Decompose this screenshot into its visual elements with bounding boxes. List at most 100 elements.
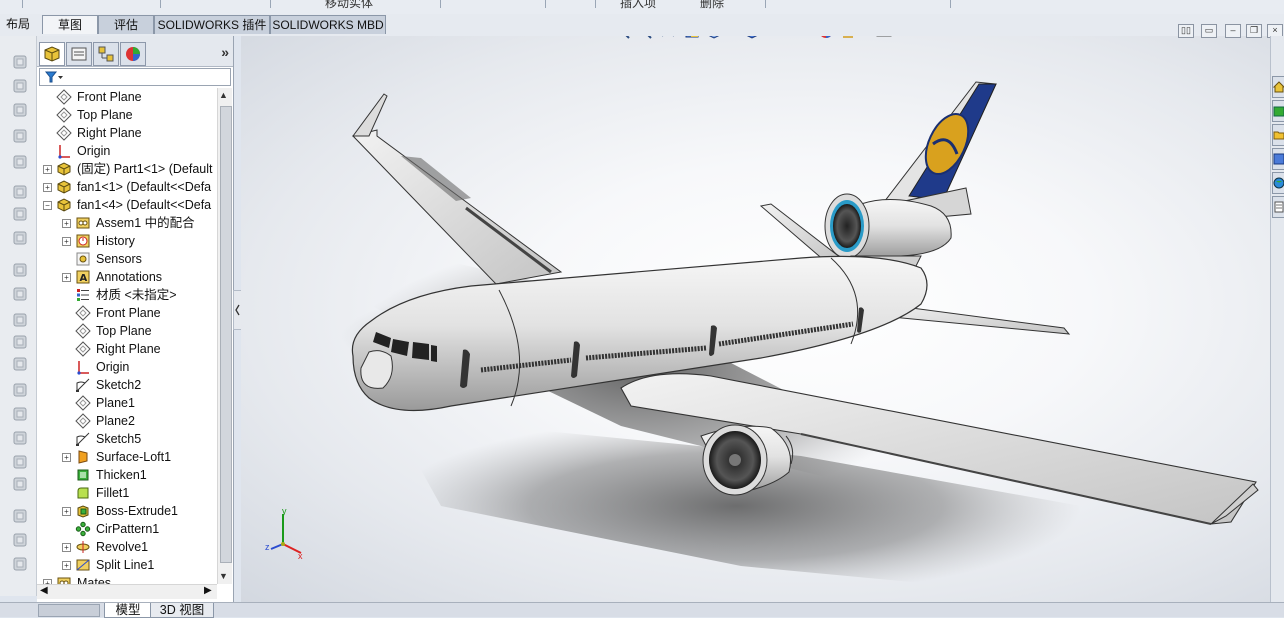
appearances-tab[interactable] [1272,172,1284,194]
command-manager-tabs: 布局 草图 评估 SOLIDWORKS 插件 SOLIDWORKS MBD [0,14,1284,36]
tree-item[interactable]: 材质 <未指定> [43,286,217,304]
sketch-tool-icon[interactable] [11,78,29,94]
smart-mate-icon[interactable] [11,128,29,144]
view-palette-icon [1273,153,1284,165]
view-icon[interactable] [11,262,29,278]
tab-layout[interactable]: 布局 [0,15,36,33]
rotate-icon[interactable] [11,230,29,246]
display-manager-tab[interactable] [120,42,146,66]
expand-icon[interactable]: + [62,219,71,228]
scene-icon[interactable] [11,356,29,372]
expand-icon[interactable]: + [62,561,71,570]
lighting-icon[interactable] [11,382,29,398]
airplane-model[interactable] [241,36,1270,602]
tree-item[interactable]: Thicken1 [43,466,217,484]
tree-item[interactable]: + Assem1 中的配合 [43,214,217,232]
tile-windows-alt-button[interactable]: ▭ [1201,24,1217,38]
tree-item-label: Revolve1 [96,540,149,554]
zoom-icon[interactable] [11,206,29,222]
tree-item[interactable]: + Boss-Extrude1 [43,502,217,520]
tree-item[interactable]: Origin [43,142,217,160]
tree-item[interactable]: + (固定) Part1<1> (Default [43,160,217,178]
expand-icon[interactable]: + [62,453,71,462]
tree-filter-input[interactable] [39,68,231,86]
triad-x-label: x [298,551,303,561]
move-icon[interactable] [11,154,29,170]
scroll-right-icon[interactable]: ▶ [204,585,212,596]
tree-item[interactable]: + History [43,232,217,250]
tree-item[interactable]: Front Plane [43,304,217,322]
hide-icon[interactable] [11,312,29,328]
tree-vertical-scrollbar[interactable]: ▲ ▼ [217,88,232,584]
tile-windows-button[interactable]: ▯▯ [1178,24,1194,38]
appearance-icon[interactable] [11,334,29,350]
file-explorer-tab[interactable] [1272,124,1284,146]
expand-icon[interactable]: + [62,507,71,516]
tree-item[interactable]: − fan1<4> (Default<<Defa [43,196,217,214]
interference-icon[interactable] [11,508,29,524]
expand-icon[interactable]: + [62,543,71,552]
expand-panel-button[interactable]: » [221,44,229,60]
tree-item[interactable]: + A Annotations [43,268,217,286]
plane-icon [56,107,72,123]
minimize-icon[interactable]: – [1225,24,1241,38]
copy-icon[interactable] [11,54,29,70]
design-library-tab[interactable] [1272,100,1284,122]
configuration-manager-tab[interactable] [93,42,119,66]
tree-item[interactable]: Sketch2 [43,376,217,394]
tree-item[interactable]: Top Plane [43,322,217,340]
tab-solidworks-mbd[interactable]: SOLIDWORKS MBD [270,15,386,34]
tree-item[interactable]: + Mates [43,574,217,584]
tree-item[interactable]: Origin [43,358,217,376]
collapse-icon[interactable]: − [43,201,52,210]
tab-sketch[interactable]: 草图 [42,15,98,34]
render-icon[interactable] [11,430,29,446]
property-manager-tab[interactable] [66,42,92,66]
view-palette-tab[interactable] [1272,148,1284,170]
scrollbar-thumb[interactable] [220,106,232,563]
tree-item[interactable]: Sensors [43,250,217,268]
tree-item[interactable]: Top Plane [43,106,217,124]
restore-icon[interactable]: ❐ [1246,24,1262,38]
tree-item[interactable]: Right Plane [43,124,217,142]
expand-icon[interactable]: + [43,165,52,174]
tree-item[interactable]: Sketch5 [43,430,217,448]
feature-manager-tab[interactable] [39,42,65,66]
scroll-down-icon[interactable]: ▼ [219,571,228,581]
measure-icon[interactable] [11,454,29,470]
tree-item[interactable]: + fan1<1> (Default<<Defa [43,178,217,196]
tree-item[interactable]: Plane1 [43,394,217,412]
tab-evaluate[interactable]: 评估 [98,15,154,34]
tree-item[interactable]: CirPattern1 [43,520,217,538]
tree-horizontal-scrollbar[interactable]: ◀ ▶ [37,584,217,599]
camera-icon[interactable] [11,406,29,422]
misc-icon[interactable] [11,556,29,572]
solidworks-resources-tab[interactable] [1272,76,1284,98]
expand-icon[interactable]: + [62,273,71,282]
move-body-button[interactable]: 移动实体 [325,0,373,11]
expand-icon[interactable]: + [62,237,71,246]
delete-button[interactable]: 删除 [700,0,724,11]
insert-part-button[interactable]: 插入项 [620,0,656,11]
tree-item-label: Front Plane [77,90,142,104]
tree-item[interactable]: Fillet1 [43,484,217,502]
edit-icon[interactable] [11,102,29,118]
scroll-up-icon[interactable]: ▲ [219,90,228,100]
tree-item[interactable]: + Revolve1 [43,538,217,556]
tab-solidworks-addins[interactable]: SOLIDWORKS 插件 [154,15,270,34]
tree-item[interactable]: + Surface-Loft1 [43,448,217,466]
mass-icon[interactable] [11,476,29,492]
tree-item-label: Sketch2 [96,378,142,392]
expand-icon[interactable]: + [43,183,52,192]
custom-properties-tab[interactable] [1272,196,1284,218]
tree-item[interactable]: + Split Line1 [43,556,217,574]
toolbox-icon[interactable] [11,532,29,548]
tab-scroll-buttons[interactable] [38,604,100,617]
section-icon[interactable] [11,184,29,200]
tree-item[interactable]: Front Plane [43,88,217,106]
tree-item[interactable]: Plane2 [43,412,217,430]
scroll-left-icon[interactable]: ◀ [40,585,48,596]
display-icon[interactable] [11,286,29,302]
graphics-viewport[interactable]: y x z [241,36,1270,602]
tree-item[interactable]: Right Plane [43,340,217,358]
